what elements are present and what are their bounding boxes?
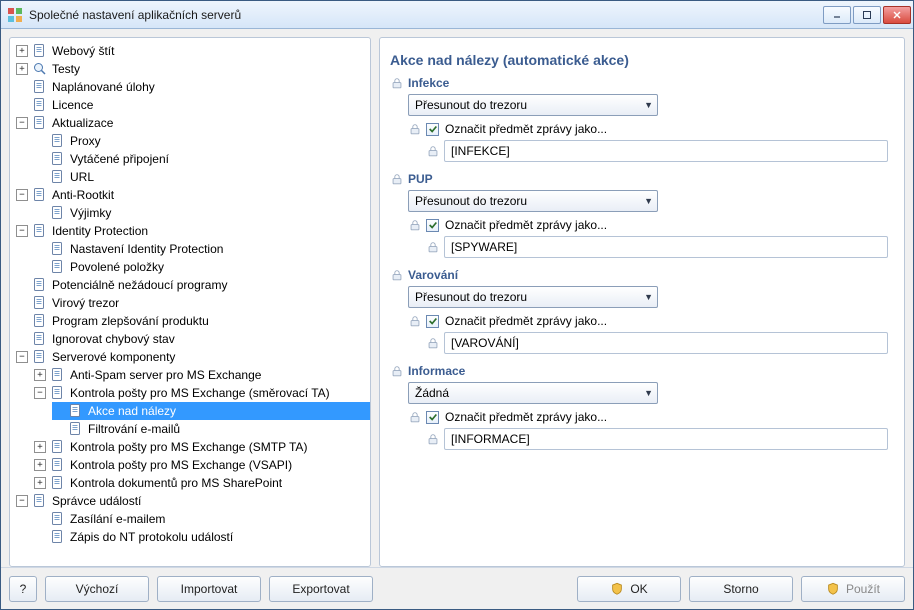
lock-icon — [390, 76, 404, 90]
tree-item-proxy[interactable]: Proxy — [34, 132, 370, 150]
input-informace[interactable]: [INFORMACE] — [444, 428, 888, 450]
section-informace: Informace Žádná▼ Označit předmět zprávy … — [390, 364, 894, 450]
tree-item-kontrola-ta[interactable]: −Kontrola pošty pro MS Exchange (směrova… — [34, 384, 370, 402]
lock-icon — [408, 122, 422, 136]
import-button[interactable]: Importovat — [157, 576, 261, 602]
tree-item-licence[interactable]: Licence — [16, 96, 370, 114]
tree-item-pup[interactable]: Potenciálně nežádoucí programy — [16, 276, 370, 294]
chevron-down-icon: ▼ — [644, 292, 653, 302]
section-varovani: Varování Přesunout do trezoru▼ Označit p… — [390, 268, 894, 354]
page-title: Akce nad nálezy (automatické akce) — [390, 52, 894, 68]
chevron-down-icon: ▼ — [644, 196, 653, 206]
shield-icon — [610, 582, 624, 596]
tree-item-akce-nad-nalezy[interactable]: Akce nad nálezy — [52, 402, 370, 420]
tree-item-url[interactable]: URL — [34, 168, 370, 186]
main-panel: Akce nad nálezy (automatické akce) Infek… — [379, 37, 905, 567]
tree-item-filtrovani[interactable]: Filtrování e-mailů — [52, 420, 370, 438]
checkbox-label: Označit předmět zprávy jako... — [445, 218, 607, 232]
lock-icon — [408, 218, 422, 232]
window-title: Společné nastavení aplikačních serverů — [29, 8, 823, 22]
tree-item-webovy-stit[interactable]: +Webový štít — [16, 42, 370, 60]
lock-icon — [390, 364, 404, 378]
checkbox-varovani[interactable] — [426, 315, 439, 328]
tree-item-zasilani[interactable]: Zasílání e-mailem — [34, 510, 370, 528]
section-title: Informace — [408, 364, 465, 378]
chevron-down-icon: ▼ — [644, 388, 653, 398]
lock-icon — [408, 314, 422, 328]
section-title: Infekce — [408, 76, 449, 90]
tree-item-trezor[interactable]: Virový trezor — [16, 294, 370, 312]
tree-scroll[interactable]: +Webový štít +Testy Naplánované úlohy Li… — [10, 38, 370, 566]
apply-button[interactable]: Použít — [801, 576, 905, 602]
dropdown-pup[interactable]: Přesunout do trezoru▼ — [408, 190, 658, 212]
tree-item-kontrola-vsapi[interactable]: +Kontrola pošty pro MS Exchange (VSAPI) — [34, 456, 370, 474]
tree-item-antispam[interactable]: +Anti-Spam server pro MS Exchange — [34, 366, 370, 384]
section-title: PUP — [408, 172, 433, 186]
lock-icon — [390, 268, 404, 282]
help-button[interactable]: ? — [9, 576, 37, 602]
dropdown-infekce[interactable]: Přesunout do trezoru▼ — [408, 94, 658, 116]
tree-item-improve[interactable]: Program zlepšování produktu — [16, 312, 370, 330]
checkbox-label: Označit předmět zprávy jako... — [445, 122, 607, 136]
tree-item-idp-allowed[interactable]: Povolené položky — [34, 258, 370, 276]
tree-item-sharepoint[interactable]: +Kontrola dokumentů pro MS SharePoint — [34, 474, 370, 492]
tree-item-vyjimky[interactable]: Výjimky — [34, 204, 370, 222]
checkbox-infekce[interactable] — [426, 123, 439, 136]
tree-item-aktualizace[interactable]: −Aktualizace — [16, 114, 370, 132]
tree-item-idp[interactable]: −Identity Protection — [16, 222, 370, 240]
section-pup: PUP Přesunout do trezoru▼ Označit předmě… — [390, 172, 894, 258]
tree-item-naplanovane-ulohy[interactable]: Naplánované úlohy — [16, 78, 370, 96]
tree-item-vytacene[interactable]: Vytáčené připojení — [34, 150, 370, 168]
chevron-down-icon: ▼ — [644, 100, 653, 110]
checkbox-label: Označit předmět zprávy jako... — [445, 314, 607, 328]
checkbox-informace[interactable] — [426, 411, 439, 424]
ok-button[interactable]: OK — [577, 576, 681, 602]
lock-icon — [426, 336, 440, 350]
checkbox-label: Označit předmět zprávy jako... — [445, 410, 607, 424]
shield-icon — [826, 582, 840, 596]
dropdown-informace[interactable]: Žádná▼ — [408, 382, 658, 404]
lock-icon — [426, 144, 440, 158]
cancel-button[interactable]: Storno — [689, 576, 793, 602]
export-button[interactable]: Exportovat — [269, 576, 373, 602]
footer: ? Výchozí Importovat Exportovat OK Storn… — [1, 567, 913, 609]
checkbox-pup[interactable] — [426, 219, 439, 232]
maximize-button[interactable] — [853, 6, 881, 24]
tree-item-antirootkit[interactable]: −Anti-Rootkit — [16, 186, 370, 204]
app-icon — [7, 7, 23, 23]
tree-item-idp-settings[interactable]: Nastavení Identity Protection — [34, 240, 370, 258]
default-button[interactable]: Výchozí — [45, 576, 149, 602]
tree-panel: +Webový štít +Testy Naplánované úlohy Li… — [9, 37, 371, 567]
lock-icon — [426, 432, 440, 446]
section-infekce: Infekce Přesunout do trezoru▼ Označit př… — [390, 76, 894, 162]
lock-icon — [408, 410, 422, 424]
lock-icon — [426, 240, 440, 254]
input-pup[interactable]: [SPYWARE] — [444, 236, 888, 258]
dropdown-varovani[interactable]: Přesunout do trezoru▼ — [408, 286, 658, 308]
tree-item-testy[interactable]: +Testy — [16, 60, 370, 78]
section-title: Varování — [408, 268, 458, 282]
content-area: +Webový štít +Testy Naplánované úlohy Li… — [1, 29, 913, 567]
input-varovani[interactable]: [VAROVÁNÍ] — [444, 332, 888, 354]
minimize-button[interactable] — [823, 6, 851, 24]
lock-icon — [390, 172, 404, 186]
input-infekce[interactable]: [INFEKCE] — [444, 140, 888, 162]
close-button[interactable] — [883, 6, 911, 24]
tree-item-spravce[interactable]: −Správce událostí — [16, 492, 370, 510]
app-window: Společné nastavení aplikačních serverů +… — [0, 0, 914, 610]
tree-item-zapis-nt[interactable]: Zápis do NT protokolu událostí — [34, 528, 370, 546]
titlebar: Společné nastavení aplikačních serverů — [1, 1, 913, 29]
tree-item-kontrola-smtp[interactable]: +Kontrola pošty pro MS Exchange (SMTP TA… — [34, 438, 370, 456]
